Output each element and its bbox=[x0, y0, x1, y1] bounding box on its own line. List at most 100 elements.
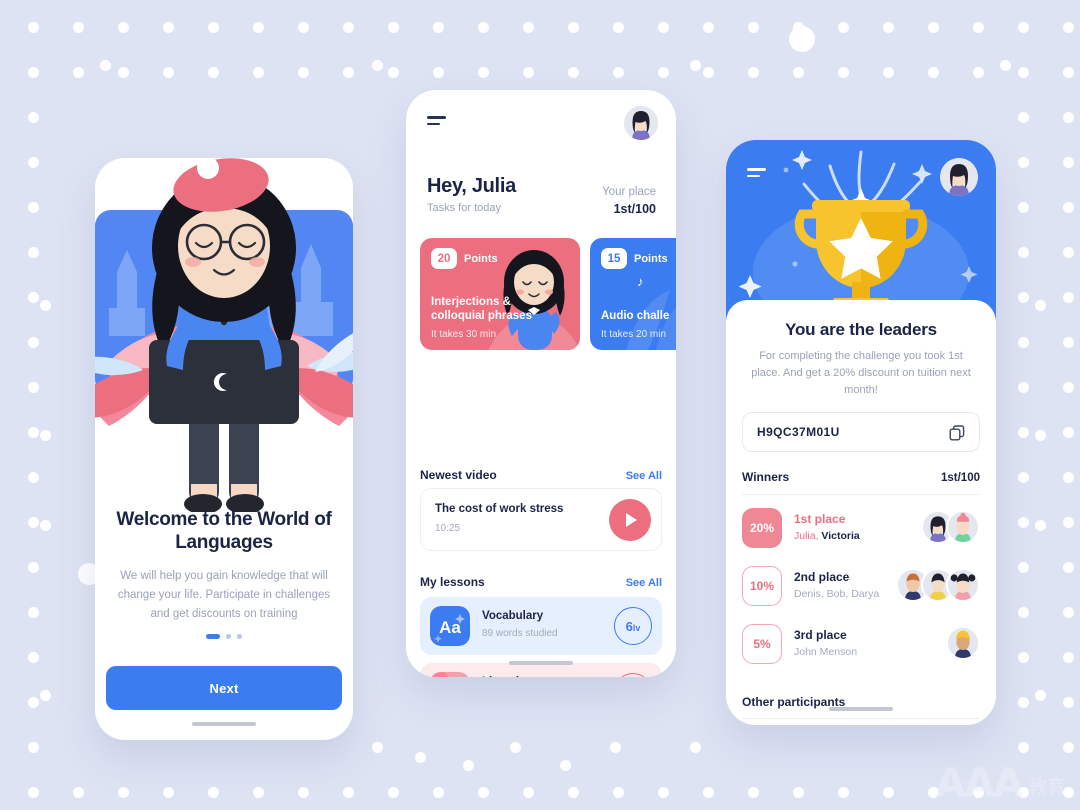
avatar[interactable] bbox=[940, 158, 978, 196]
phone-screen-onboarding: Welcome to the World of Languages We wil… bbox=[95, 158, 353, 740]
watermark-suffix: 教育 bbox=[1027, 775, 1066, 798]
background-dot bbox=[928, 22, 939, 33]
pager-dot[interactable] bbox=[226, 634, 231, 639]
hamburger-menu-icon[interactable] bbox=[747, 168, 766, 177]
background-dot bbox=[163, 22, 174, 33]
divider bbox=[742, 718, 980, 719]
lesson-row-listening[interactable]: Listening 7 topics studied 3 lv bbox=[420, 663, 662, 677]
background-dot bbox=[208, 22, 219, 33]
background-dot bbox=[415, 752, 426, 763]
background-dot bbox=[1018, 472, 1029, 483]
background-dot bbox=[748, 787, 759, 798]
discount-value: 5% bbox=[753, 637, 771, 651]
background-dot bbox=[1063, 157, 1074, 168]
background-dot bbox=[748, 67, 759, 78]
background-dot bbox=[1018, 382, 1029, 393]
winner-row[interactable]: 20% 1st place Julia, Victoria bbox=[742, 508, 980, 556]
background-dot bbox=[973, 22, 984, 33]
next-button[interactable]: Next bbox=[106, 666, 342, 710]
your-place-label: Your place bbox=[602, 186, 656, 198]
background-dot bbox=[208, 787, 219, 798]
promo-code-field[interactable]: H9QC37M01U bbox=[742, 412, 980, 452]
background-dot bbox=[1018, 607, 1029, 618]
your-place-block: Your place 1st/100 bbox=[602, 186, 656, 216]
avatar bbox=[946, 510, 980, 544]
background-dot bbox=[118, 67, 129, 78]
background-dot bbox=[298, 67, 309, 78]
winner-names: Denis, Bob, Darya bbox=[794, 588, 879, 600]
background-dot bbox=[28, 247, 39, 258]
see-all-link[interactable]: See All bbox=[626, 577, 662, 589]
winner-name-rest: Victoria bbox=[818, 530, 860, 542]
background-dot bbox=[703, 787, 714, 798]
task-points-label: Points bbox=[464, 252, 498, 265]
background-dot bbox=[28, 337, 39, 348]
hamburger-menu-icon[interactable] bbox=[427, 116, 446, 125]
lesson-level-badge: 6 lv bbox=[614, 607, 652, 645]
background-dot bbox=[208, 67, 219, 78]
discount-value: 10% bbox=[749, 579, 775, 593]
video-title: The cost of work stress bbox=[435, 503, 564, 515]
task-card[interactable]: 20 Points Interjections & colloquial phr… bbox=[420, 238, 580, 350]
winner-name-rest: Denis, Bob, Darya bbox=[794, 588, 880, 600]
video-card[interactable]: The cost of work stress 10:25 bbox=[420, 488, 662, 551]
app-showcase-canvas: AAA 教育 Welcome to the World of Languages… bbox=[0, 0, 1080, 810]
task-duration: It takes 30 min bbox=[431, 329, 497, 340]
video-duration: 10:25 bbox=[435, 523, 461, 534]
background-dot bbox=[793, 67, 804, 78]
background-dot bbox=[433, 67, 444, 78]
background-dot bbox=[1063, 697, 1074, 708]
background-dot bbox=[690, 60, 701, 71]
background-dot bbox=[690, 742, 701, 753]
background-dot bbox=[883, 22, 894, 33]
page-title: You are the leaders bbox=[785, 320, 937, 339]
task-points-value: 15 bbox=[601, 248, 627, 269]
background-dot bbox=[118, 787, 129, 798]
pager-dot[interactable] bbox=[237, 634, 242, 639]
background-dot bbox=[73, 787, 84, 798]
background-dot bbox=[1063, 562, 1074, 573]
background-dot bbox=[703, 22, 714, 33]
background-dot bbox=[28, 292, 39, 303]
background-dot bbox=[568, 22, 579, 33]
background-dot bbox=[1063, 472, 1074, 483]
background-dot bbox=[1018, 67, 1029, 78]
lesson-name: Listening bbox=[482, 676, 533, 677]
lesson-row-vocabulary[interactable]: Aa Vocabulary 89 words studied 6 lv bbox=[420, 597, 662, 655]
greeting-block: Hey, Julia Tasks for today bbox=[427, 175, 516, 214]
background-dot bbox=[40, 520, 51, 531]
copy-icon[interactable] bbox=[949, 425, 965, 446]
winner-place: 1st place bbox=[794, 512, 846, 526]
background-dot bbox=[28, 22, 39, 33]
background-dot bbox=[523, 787, 534, 798]
background-dot bbox=[40, 430, 51, 441]
avatar[interactable] bbox=[624, 106, 658, 140]
leaderboard-sheet: You are the leaders For completing the c… bbox=[726, 300, 996, 725]
pager-dot-active[interactable] bbox=[206, 634, 220, 639]
background-dot bbox=[253, 22, 264, 33]
winner-names: Julia, Victoria bbox=[794, 530, 860, 542]
watermark: AAA 教育 bbox=[935, 764, 1066, 804]
winner-row[interactable]: 10% 2nd place Denis, Bob, Darya bbox=[742, 566, 980, 614]
background-dot bbox=[298, 22, 309, 33]
task-card[interactable]: 15 Points ♪ Audio challe It takes 20 min bbox=[590, 238, 676, 350]
background-large-dot bbox=[789, 26, 815, 52]
background-dot bbox=[793, 787, 804, 798]
see-all-link[interactable]: See All bbox=[626, 470, 662, 482]
background-dot bbox=[1018, 517, 1029, 528]
onboarding-pager[interactable] bbox=[95, 634, 353, 639]
background-dot bbox=[28, 472, 39, 483]
background-dot bbox=[478, 67, 489, 78]
background-dot bbox=[463, 760, 474, 771]
task-card-carousel[interactable]: 20 Points Interjections & colloquial phr… bbox=[420, 238, 676, 350]
background-dot bbox=[40, 300, 51, 311]
music-note-icon: ♪ bbox=[637, 274, 644, 289]
onboarding-description: We will help you gain knowledge that wil… bbox=[117, 570, 331, 620]
winner-row[interactable]: 5% 3rd place John Menson bbox=[742, 624, 980, 672]
greeting-subtitle: Tasks for today bbox=[427, 202, 501, 214]
my-lessons-section-header: My lessons See All bbox=[420, 575, 662, 589]
discount-badge: 5% bbox=[742, 624, 782, 664]
home-indicator bbox=[192, 722, 256, 726]
play-icon[interactable] bbox=[609, 498, 651, 541]
task-title: Audio challe bbox=[601, 309, 670, 322]
